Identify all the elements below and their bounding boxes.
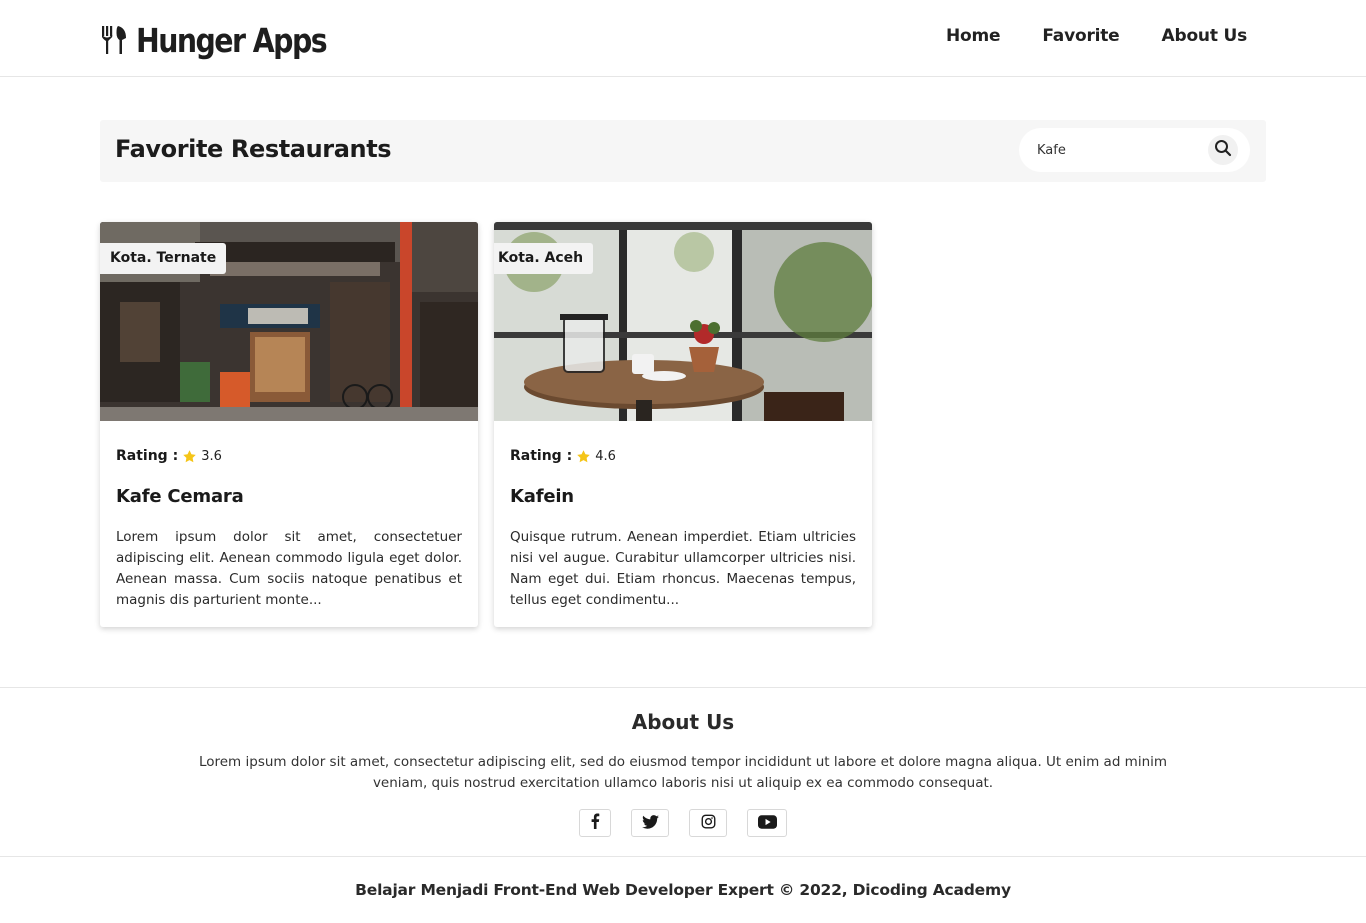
youtube-link[interactable] <box>747 809 787 837</box>
search-icon <box>1214 139 1232 161</box>
rating: Rating : 3.6 <box>116 448 222 464</box>
main-nav: Home Favorite About Us <box>946 26 1247 46</box>
instagram-link[interactable] <box>689 809 727 837</box>
city-badge: Kota. Ternate <box>100 243 227 274</box>
rating-value: 4.6 <box>595 448 616 464</box>
search-box <box>1019 128 1250 172</box>
facebook-link[interactable] <box>579 809 611 837</box>
brand-name: Hunger Apps <box>136 20 328 60</box>
page-title: Favorite Restaurants <box>115 135 392 163</box>
city-badge: Kota. Aceh <box>494 243 594 274</box>
rating-value: 3.6 <box>201 448 222 464</box>
restaurant-image: Kota. Ternate <box>100 222 478 421</box>
footer-title: About Us <box>631 710 735 734</box>
restaurant-description: Quisque rutrum. Aenean imperdiet. Etiam … <box>510 529 856 608</box>
rating-label: Rating : <box>116 448 179 464</box>
copyright-bar: Belajar Menjadi Front-End Web Developer … <box>0 856 1366 923</box>
star-icon <box>182 449 197 464</box>
youtube-icon <box>757 814 777 833</box>
star-icon <box>576 449 591 464</box>
restaurant-name[interactable]: Kafein <box>510 486 574 507</box>
instagram-icon <box>701 814 716 833</box>
search-button[interactable] <box>1208 135 1238 165</box>
nav-favorite[interactable]: Favorite <box>1042 26 1119 46</box>
social-links <box>0 809 1366 837</box>
restaurant-name[interactable]: Kafe Cemara <box>116 486 244 507</box>
brand-logo[interactable]: Hunger Apps <box>100 18 357 62</box>
twitter-link[interactable] <box>631 809 669 837</box>
copyright-text: Belajar Menjadi Front-End Web Developer … <box>355 881 1011 899</box>
nav-home[interactable]: Home <box>946 26 1001 46</box>
facebook-icon <box>590 813 600 833</box>
app-header: Hunger Apps Home Favorite About Us <box>0 0 1366 77</box>
fork-knife-icon <box>100 23 130 57</box>
rating-label: Rating : <box>510 448 573 464</box>
search-input[interactable] <box>1031 136 1201 164</box>
restaurant-card[interactable]: Kota. Aceh Rating : 4.6 Kafein Quisque r… <box>494 222 872 627</box>
restaurant-image: Kota. Aceh <box>494 222 872 421</box>
nav-about-us[interactable]: About Us <box>1162 26 1248 46</box>
restaurant-card[interactable]: Kota. Ternate Rating : 3.6 Kafe Cemara L… <box>100 222 478 627</box>
restaurant-description: Lorem ipsum dolor sit amet, consectetuer… <box>116 529 462 608</box>
rating: Rating : 4.6 <box>510 448 616 464</box>
footer: About Us Lorem ipsum dolor sit amet, con… <box>0 687 1366 923</box>
favorites-title-bar: Favorite Restaurants <box>100 120 1266 182</box>
twitter-icon <box>641 814 659 833</box>
footer-text: Lorem ipsum dolor sit amet, consectetur … <box>198 754 1168 791</box>
